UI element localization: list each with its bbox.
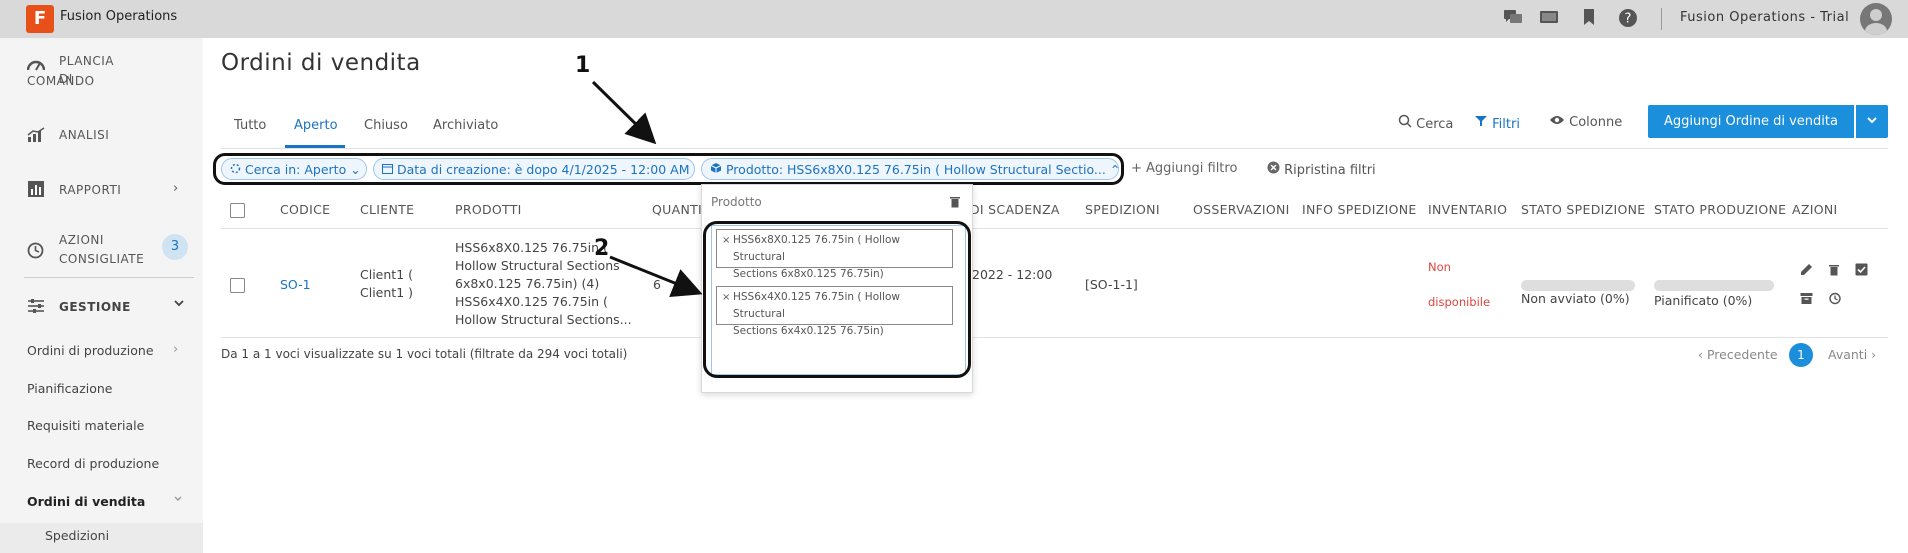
arrow-1 [591, 80, 657, 145]
annotation-arrows [591, 80, 703, 297]
arrow-2 [609, 255, 703, 297]
